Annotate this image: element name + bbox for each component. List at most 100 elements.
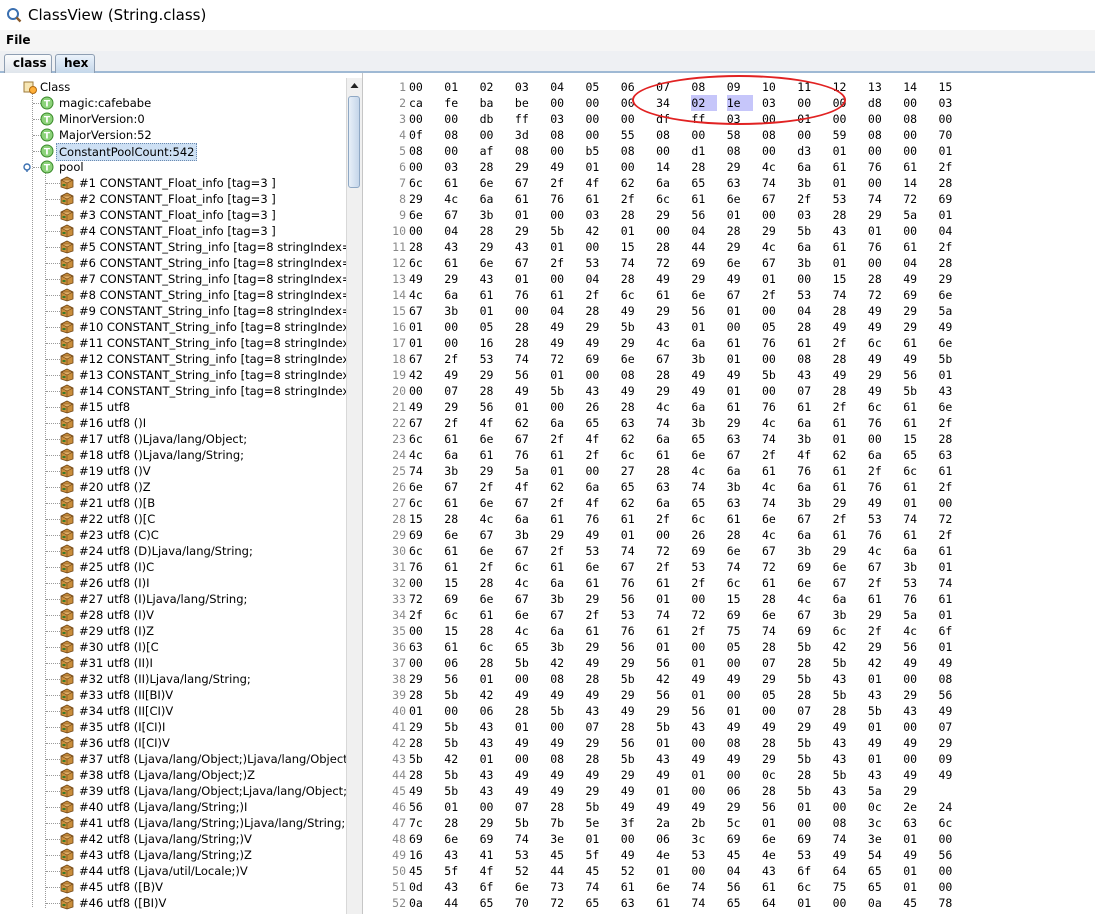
hex-byte[interactable]: 01	[903, 831, 929, 847]
hex-byte[interactable]: 00	[409, 223, 435, 239]
hex-byte[interactable]: 67	[868, 559, 894, 575]
hex-byte[interactable]: 28	[797, 319, 823, 335]
hex-byte[interactable]: 29	[868, 367, 894, 383]
hex-byte[interactable]: 0f	[409, 127, 435, 143]
hex-byte[interactable]: 28	[762, 591, 788, 607]
hex-byte[interactable]: 43	[586, 383, 612, 399]
hex-byte[interactable]: 6e	[480, 175, 506, 191]
hex-byte[interactable]: 4c	[409, 287, 435, 303]
hex-byte[interactable]: 15	[444, 623, 470, 639]
hex-byte[interactable]: 01	[762, 815, 788, 831]
hex-byte[interactable]: 61	[515, 191, 541, 207]
hex-byte[interactable]: 00	[586, 463, 612, 479]
hex-byte[interactable]: 01	[656, 783, 682, 799]
hex-byte[interactable]: 72	[691, 607, 717, 623]
hex-byte[interactable]: be	[515, 95, 541, 111]
hex-byte[interactable]: 61	[656, 575, 682, 591]
hex-byte[interactable]: 49	[903, 767, 929, 783]
hex-byte[interactable]: 65	[480, 895, 506, 911]
hex-byte[interactable]: 74	[691, 879, 717, 895]
hex-byte[interactable]: 01	[762, 271, 788, 287]
hex-byte[interactable]: 08	[550, 751, 576, 767]
hex-byte[interactable]: 28	[480, 623, 506, 639]
hex-byte[interactable]: 42	[550, 655, 576, 671]
hex-byte[interactable]: 67	[762, 543, 788, 559]
hex-byte[interactable]: 3b	[480, 207, 506, 223]
hex-byte[interactable]: 00	[903, 143, 929, 159]
hex-byte[interactable]: 6a	[691, 335, 717, 351]
hex-byte[interactable]: 53	[833, 191, 859, 207]
hex-byte[interactable]: ff	[691, 111, 717, 127]
hex-byte[interactable]: 00	[903, 719, 929, 735]
hex-byte[interactable]: 49	[586, 655, 612, 671]
hex-byte[interactable]: 01	[550, 367, 576, 383]
hex-byte[interactable]: 49	[691, 751, 717, 767]
hex-byte[interactable]: 5b	[515, 815, 541, 831]
hex-byte[interactable]: 49	[621, 799, 647, 815]
hex-byte[interactable]: 69	[903, 287, 929, 303]
hex-byte[interactable]: 53	[586, 255, 612, 271]
hex-byte[interactable]: 6c	[444, 607, 470, 623]
hex-byte[interactable]: 0c	[762, 767, 788, 783]
hex-byte[interactable]: 3b	[550, 639, 576, 655]
hex-byte[interactable]: 42	[444, 751, 470, 767]
hex-byte[interactable]: 01	[409, 335, 435, 351]
hex-byte[interactable]: 5f	[444, 863, 470, 879]
hex-byte[interactable]: 28	[797, 767, 823, 783]
hex-byte[interactable]: 75	[727, 623, 753, 639]
hex-byte[interactable]: 29	[656, 303, 682, 319]
hex-byte[interactable]: 28	[797, 687, 823, 703]
hex-byte[interactable]: 01	[903, 879, 929, 895]
hex-byte[interactable]: 74	[868, 191, 894, 207]
hex-byte[interactable]: 28	[656, 367, 682, 383]
hex-byte[interactable]: 01	[691, 687, 717, 703]
hex-byte[interactable]: 5b	[797, 671, 823, 687]
hex-byte[interactable]: 1e	[726, 95, 753, 111]
hex-byte[interactable]: 29	[444, 399, 470, 415]
hex-byte[interactable]: 16	[480, 335, 506, 351]
hex-byte[interactable]: 43	[939, 383, 965, 399]
hex-byte[interactable]: 49	[691, 367, 717, 383]
hex-byte[interactable]: 28	[656, 239, 682, 255]
hex-byte[interactable]: 08	[727, 143, 753, 159]
hex-byte[interactable]: 2f	[762, 287, 788, 303]
hex-byte[interactable]: 5b	[656, 719, 682, 735]
hex-byte[interactable]: 56	[727, 879, 753, 895]
hex-byte[interactable]: 5b	[550, 383, 576, 399]
hex-byte[interactable]: 28	[409, 767, 435, 783]
hex-byte[interactable]: 00	[691, 783, 717, 799]
hex-byte[interactable]: 29	[903, 783, 929, 799]
hex-byte[interactable]: 76	[868, 159, 894, 175]
hex-byte[interactable]: 3c	[868, 815, 894, 831]
hex-byte[interactable]: 06	[656, 831, 682, 847]
hex-byte[interactable]: 49	[550, 319, 576, 335]
hex-byte[interactable]: 49	[621, 303, 647, 319]
hex-byte[interactable]: 6e	[727, 543, 753, 559]
hex-byte[interactable]: 01	[833, 143, 859, 159]
hex-byte[interactable]: 01	[939, 559, 965, 575]
hex-byte[interactable]: 2f	[797, 191, 823, 207]
hex-byte[interactable]: 67	[762, 255, 788, 271]
hex-byte[interactable]: 29	[903, 687, 929, 703]
hex-byte[interactable]: 61	[727, 335, 753, 351]
hex-byte[interactable]: 56	[691, 703, 717, 719]
hex-byte[interactable]: 29	[409, 191, 435, 207]
hex-byte[interactable]: 28	[621, 271, 647, 287]
hex-byte[interactable]: 29	[868, 207, 894, 223]
hex-byte[interactable]: 06	[727, 783, 753, 799]
hex-byte[interactable]: 01	[656, 863, 682, 879]
hex-byte[interactable]: 08	[621, 367, 647, 383]
hex-byte[interactable]: 06	[480, 703, 506, 719]
hex-byte[interactable]: 01	[550, 463, 576, 479]
hex-byte[interactable]: 28	[621, 719, 647, 735]
hex-byte[interactable]: 43	[691, 719, 717, 735]
hex-byte[interactable]: 4e	[762, 847, 788, 863]
hex-byte[interactable]: 00	[444, 111, 470, 127]
hex-byte[interactable]: 7c	[409, 815, 435, 831]
hex-byte[interactable]: 29	[480, 239, 506, 255]
hex-byte[interactable]: 61	[444, 255, 470, 271]
hex-byte[interactable]: 00	[903, 127, 929, 143]
hex-byte[interactable]: 08	[762, 127, 788, 143]
hex-byte[interactable]: 15	[409, 511, 435, 527]
hex-byte[interactable]: 01	[939, 207, 965, 223]
